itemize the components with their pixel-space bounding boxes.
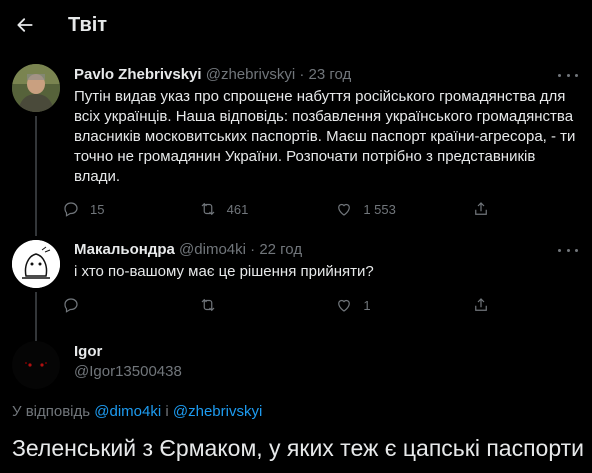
- like-count: 1: [363, 297, 371, 313]
- mention-link[interactable]: @zhebrivskyi: [173, 403, 262, 420]
- avatar[interactable]: [12, 341, 60, 389]
- like-button[interactable]: 1 553: [335, 200, 425, 218]
- replying-label: У відповідь: [12, 403, 91, 420]
- tweet-text-line: всіх українців. Наша відповідь: позбавле…: [74, 108, 574, 125]
- share-button[interactable]: [472, 200, 502, 218]
- author-name[interactable]: Pavlo Zhebrivskyi: [74, 66, 202, 83]
- tweet-actions: 1: [62, 295, 502, 315]
- share-button[interactable]: [472, 296, 502, 314]
- author-handle[interactable]: @Igor13500438: [74, 362, 580, 382]
- separator-dot: ·: [299, 66, 305, 83]
- tweet-header: Макальондра @dimo4ki · 22 год: [74, 240, 580, 260]
- reply-count: 15: [90, 201, 105, 217]
- more-options-icon[interactable]: [558, 242, 578, 258]
- reply-icon: [64, 298, 78, 313]
- tweet-text: і хто по-вашому має це рішення прийняти?: [74, 262, 578, 282]
- top-bar: Твіт: [0, 0, 592, 53]
- reply-icon: [64, 202, 78, 217]
- share-icon: [475, 298, 487, 311]
- tweet-reply[interactable]: Макальондра @dimo4ki · 22 год і хто по-в…: [0, 238, 592, 342]
- replying-joiner: і: [165, 403, 169, 420]
- avatar[interactable]: [12, 240, 60, 288]
- author-handle[interactable]: @zhebrivskyi: [206, 66, 295, 83]
- retweet-count: 461: [226, 201, 249, 217]
- reply-button[interactable]: 15: [62, 200, 152, 218]
- tweet-text-line: точно не громадянин України. Розпочати п…: [74, 148, 536, 165]
- thread-connector: [35, 116, 37, 236]
- tweet-text-line: влади.: [74, 168, 121, 185]
- tweet-text-line: власників московитських паспортів. Маєш …: [74, 128, 576, 145]
- tweet-parent[interactable]: Pavlo Zhebrivskyi @zhebrivskyi · 23 год …: [0, 60, 592, 236]
- mention-link[interactable]: @dimo4ki: [94, 403, 161, 420]
- thread-connector: [35, 292, 37, 342]
- retweet-button[interactable]: 461: [199, 200, 289, 218]
- tweet-text-line: Путін видав указ про спрощене набуття ро…: [74, 88, 566, 105]
- separator-dot: ·: [250, 241, 256, 258]
- timestamp[interactable]: 22 год: [259, 241, 302, 258]
- heart-icon: [338, 299, 351, 312]
- author-name[interactable]: Igor: [74, 342, 580, 362]
- tweet-actions: 15 461 1 553: [62, 199, 502, 219]
- timestamp[interactable]: 23 год: [309, 66, 352, 83]
- author-handle[interactable]: @dimo4ki: [179, 241, 246, 258]
- tweet-text-line: і хто по-вашому має це рішення прийняти?: [74, 263, 374, 280]
- retweet-icon: [201, 202, 215, 216]
- like-button[interactable]: 1: [335, 296, 425, 314]
- avatar[interactable]: [12, 64, 60, 112]
- page-title: Твіт: [68, 14, 108, 36]
- tweet-text: Путін видав указ про спрощене набуття ро…: [74, 87, 578, 187]
- like-count: 1 553: [363, 201, 396, 217]
- reply-button[interactable]: [62, 296, 152, 314]
- replying-to: У відповідь @dimo4ki і @zhebrivskyi: [12, 403, 262, 420]
- more-options-icon[interactable]: [558, 67, 578, 83]
- tweet-header: Igor @Igor13500438: [74, 342, 580, 382]
- arrow-left-icon: [17, 18, 33, 32]
- author-name[interactable]: Макальондра: [74, 241, 175, 258]
- share-icon: [475, 202, 487, 215]
- retweet-icon: [201, 298, 215, 312]
- retweet-button[interactable]: [199, 296, 289, 314]
- heart-icon: [338, 203, 351, 216]
- focused-tweet-text: Зеленський з Єрмаком, у яких теж є цапсь…: [12, 435, 585, 461]
- tweet-header: Pavlo Zhebrivskyi @zhebrivskyi · 23 год: [74, 65, 580, 85]
- back-button[interactable]: [8, 8, 42, 42]
